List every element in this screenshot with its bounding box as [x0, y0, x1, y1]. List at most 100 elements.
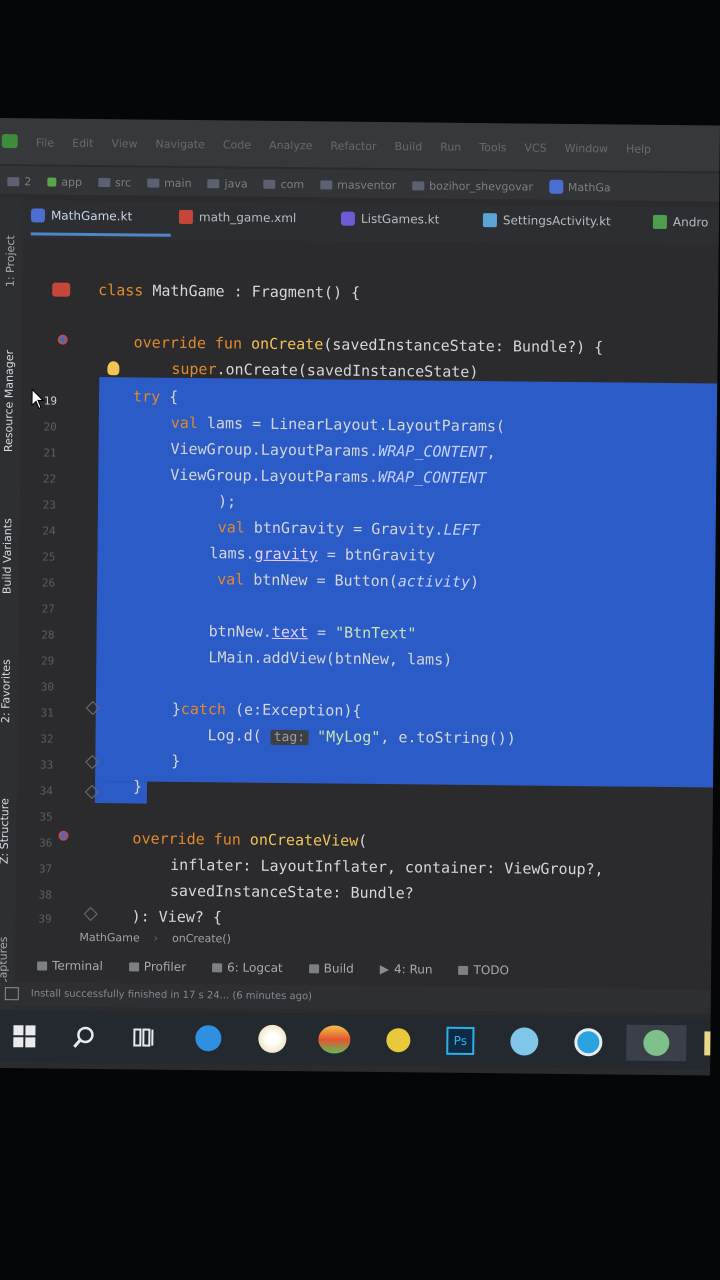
code-token: savedInstanceState: Bundle? — [169, 881, 414, 903]
menu-items: File Edit View Navigate Code Analyze Ref… — [36, 136, 651, 155]
resource-manager-tool-tab[interactable]: Resource Manager — [0, 326, 22, 476]
tab-mathgame-kt[interactable]: MathGame.kt — [30, 208, 171, 237]
breadcrumb-label: com — [280, 177, 305, 191]
code-token: LMain.addView(btnNew, lams) — [208, 648, 453, 669]
activity-file-icon — [482, 213, 498, 228]
crumb-class[interactable]: MathGame — [79, 931, 139, 945]
search-icon[interactable] — [66, 1019, 102, 1055]
line-number: 31 — [40, 706, 54, 720]
menu-run[interactable]: Run — [440, 141, 461, 154]
menu-tools[interactable]: Tools — [479, 141, 506, 154]
active-tab-indicator — [30, 232, 171, 237]
menu-navigate[interactable]: Navigate — [156, 138, 205, 152]
menu-edit[interactable]: Edit — [72, 137, 93, 150]
menu-view[interactable]: View — [111, 137, 137, 150]
breadcrumb-src[interactable]: src — [98, 175, 131, 189]
breadcrumb-java[interactable]: java — [207, 176, 248, 190]
skype-icon[interactable] — [570, 1024, 606, 1060]
menu-build[interactable]: Build — [395, 140, 423, 153]
status-toggle-icon[interactable] — [4, 987, 19, 1001]
breadcrumb-label: app — [61, 175, 83, 189]
code-token: ) — [469, 572, 480, 592]
file-icon[interactable] — [694, 1025, 720, 1061]
breadcrumb-main[interactable]: main — [147, 176, 192, 190]
breadcrumb-label: 2 — [24, 174, 32, 188]
breadcrumb-app[interactable]: app — [47, 174, 82, 188]
menu-help[interactable]: Help — [626, 143, 651, 156]
override-marker-icon[interactable] — [57, 334, 68, 345]
code-token: ( — [358, 831, 368, 850]
photoshop-icon[interactable]: Ps — [442, 1023, 478, 1059]
code-token: , — [486, 443, 496, 462]
code-line: class MathGame : Fragment() { — [98, 281, 360, 302]
windows-start-icon[interactable] — [6, 1018, 42, 1054]
override-marker-icon[interactable] — [58, 830, 69, 841]
project-tool-tab[interactable]: 1: Project — [0, 216, 23, 306]
code-token: btnNew = Button( — [244, 570, 398, 591]
kotlin-file-icon — [340, 211, 356, 226]
warning-app-icon[interactable] — [380, 1022, 416, 1058]
code-token: { — [160, 387, 179, 406]
photos-icon[interactable] — [316, 1021, 352, 1057]
fold-marker-icon[interactable] — [83, 906, 98, 922]
menu-refactor[interactable]: Refactor — [330, 139, 376, 152]
code-line: try { — [133, 387, 178, 405]
code-editor[interactable]: 19 20 21 22 23 24 25 26 27 28 29 30 31 3… — [15, 238, 719, 936]
code-token: LEFT — [443, 520, 480, 540]
mouse-cursor-icon — [31, 388, 45, 410]
tab-settingsactivity-kt[interactable]: SettingsActivity.kt — [482, 213, 611, 228]
structure-tool-tab[interactable]: Z: Structure — [0, 776, 17, 886]
menu-code[interactable]: Code — [223, 138, 251, 151]
code-token: gravity — [254, 544, 318, 564]
kotlin-file-icon — [30, 208, 46, 223]
tool-label: 6: Logcat — [227, 960, 283, 976]
breadcrumb-com[interactable]: com — [263, 177, 305, 191]
code-line: val btnNew = Button(activity) — [217, 570, 479, 591]
code-token: catch — [180, 699, 227, 719]
code-line: override fun onCreate(savedInstanceState… — [134, 333, 604, 356]
status-message: Install successfully finished in 17 s 24… — [30, 988, 313, 1003]
menu-analyze[interactable]: Analyze — [269, 139, 312, 152]
task-view-icon[interactable] — [126, 1019, 162, 1055]
run-tool-button[interactable]: ▶ 4: Run — [380, 962, 433, 977]
browser-icon[interactable] — [506, 1023, 542, 1059]
tab-label: Andro — [672, 215, 709, 230]
terminal-tool-button[interactable]: Terminal — [37, 958, 103, 973]
android-icon — [652, 214, 668, 229]
todo-tool-button[interactable]: TODO — [458, 963, 509, 977]
favorites-tool-tab[interactable]: 2: Favorites — [0, 636, 19, 746]
menu-window[interactable]: Window — [565, 142, 609, 155]
tab-math-game-xml[interactable]: math_game.xml — [178, 209, 297, 226]
android-studio-icon[interactable] — [626, 1024, 687, 1062]
chrome-icon[interactable] — [254, 1021, 290, 1057]
breadcrumb-package[interactable]: bozihor_shevgovar — [412, 178, 533, 193]
line-number: 21 — [43, 446, 57, 460]
tab-andro[interactable]: Andro — [652, 214, 709, 230]
chevron-right-icon: › — [153, 931, 159, 945]
lightbulb-icon[interactable] — [107, 361, 120, 376]
module-icon — [47, 176, 57, 187]
build-variants-tool-tab[interactable]: Build Variants — [0, 496, 20, 616]
tool-label: Terminal — [52, 958, 103, 974]
edge-icon[interactable] — [190, 1020, 226, 1056]
crumb-method[interactable]: onCreate() — [172, 932, 231, 946]
code-line: super.onCreate(savedInstanceState) — [171, 360, 478, 381]
logcat-tool-button[interactable]: 6: Logcat — [212, 960, 283, 975]
line-number: 32 — [40, 732, 54, 746]
menu-vcs[interactable]: VCS — [524, 141, 546, 154]
menu-bar: File Edit View Navigate Code Analyze Ref… — [0, 118, 720, 172]
code-token: btnGravity = Gravity. — [244, 518, 444, 539]
breadcrumb-file[interactable]: MathGa — [548, 179, 611, 195]
profiler-tool-button[interactable]: Profiler — [128, 959, 186, 974]
line-number: 23 — [42, 498, 57, 512]
menu-file[interactable]: File — [36, 136, 55, 149]
breadcrumb-project[interactable]: 2 — [7, 174, 31, 188]
navigation-bar: 2 app src main java com masventor boziho… — [0, 165, 720, 202]
code-token: ViewGroup.LayoutParams. — [170, 465, 379, 486]
build-tool-button[interactable]: Build — [308, 961, 354, 976]
tool-label: Build — [323, 961, 354, 976]
folder-icon — [7, 176, 20, 186]
tab-label: math_game.xml — [198, 210, 297, 226]
breadcrumb-masventor[interactable]: masventor — [320, 177, 396, 192]
tab-listgames-kt[interactable]: ListGames.kt — [340, 211, 439, 227]
